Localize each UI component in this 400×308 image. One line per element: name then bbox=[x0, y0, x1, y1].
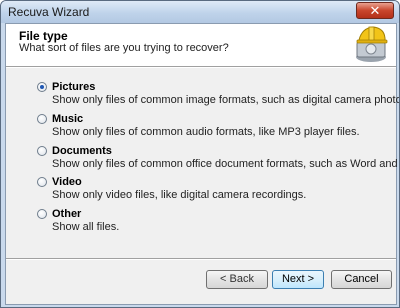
option-pictures-description: Show only files of common image formats,… bbox=[52, 94, 400, 106]
option-music-description: Show only files of common audio formats,… bbox=[52, 126, 360, 138]
option-pictures-label[interactable]: Pictures bbox=[52, 81, 95, 93]
radio-pictures[interactable] bbox=[37, 82, 47, 92]
option-video-description: Show only video files, like digital came… bbox=[52, 189, 307, 201]
option-other-label[interactable]: Other bbox=[52, 208, 81, 220]
radio-other[interactable] bbox=[37, 209, 47, 219]
recuva-hard-drive-helmet-icon bbox=[356, 26, 388, 62]
radio-video[interactable] bbox=[37, 177, 47, 187]
window-title: Recuva Wizard bbox=[8, 5, 90, 19]
next-button[interactable]: Next > bbox=[272, 270, 324, 289]
wizard-header: File type What sort of files are you try… bbox=[6, 24, 396, 65]
back-button[interactable]: < Back bbox=[206, 270, 268, 289]
title-bar[interactable]: Recuva Wizard ✕ bbox=[1, 1, 399, 23]
wizard-footer: < Back Next > Cancel bbox=[6, 260, 396, 304]
radio-music[interactable] bbox=[37, 114, 47, 124]
wizard-window: Recuva Wizard ✕ File type What sort of f… bbox=[0, 0, 400, 308]
option-music-label[interactable]: Music bbox=[52, 113, 83, 125]
close-icon: ✕ bbox=[369, 3, 381, 18]
radio-documents[interactable] bbox=[37, 146, 47, 156]
page-subtitle: What sort of files are you trying to rec… bbox=[19, 42, 229, 54]
file-type-options: Pictures Show only files of common image… bbox=[6, 68, 399, 258]
close-button[interactable]: ✕ bbox=[356, 2, 394, 19]
page-title: File type bbox=[19, 29, 68, 43]
option-documents-label[interactable]: Documents bbox=[52, 145, 112, 157]
cancel-button[interactable]: Cancel bbox=[331, 270, 392, 289]
wizard-client-area: File type What sort of files are you try… bbox=[5, 23, 399, 305]
option-other-description: Show all files. bbox=[52, 221, 120, 233]
option-documents-description: Show only files of common office documen… bbox=[52, 158, 399, 170]
option-video-label[interactable]: Video bbox=[52, 176, 82, 188]
